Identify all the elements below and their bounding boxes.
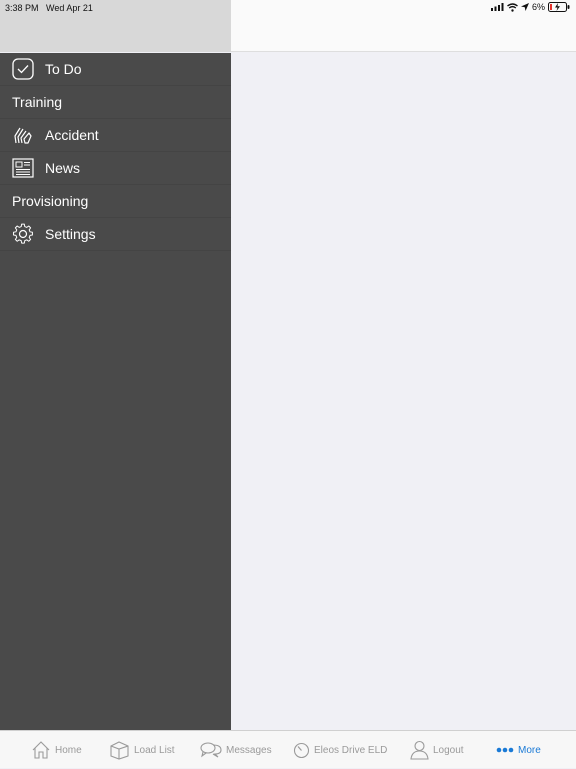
sidebar-item-label: Training bbox=[12, 94, 63, 110]
newspaper-icon bbox=[12, 157, 34, 179]
sidebar-menu: To Do Training Accident News Provisionin… bbox=[0, 53, 231, 730]
sidebar-item-news[interactable]: News bbox=[0, 152, 231, 185]
battery-charging-icon bbox=[548, 2, 570, 12]
tab-bar: Home Load List Messages Eleos Drive ELD … bbox=[0, 730, 576, 768]
tab-logout[interactable]: Logout bbox=[410, 731, 464, 769]
sidebar-item-label: News bbox=[45, 160, 81, 176]
tab-label: Messages bbox=[226, 744, 272, 756]
tab-messages[interactable]: Messages bbox=[200, 731, 272, 769]
tab-home[interactable]: Home bbox=[31, 731, 82, 769]
sidebar-item-settings[interactable]: Settings bbox=[0, 218, 231, 251]
tab-label: Eleos Drive ELD bbox=[314, 744, 388, 756]
tab-label: Logout bbox=[433, 744, 464, 756]
signal-icon bbox=[490, 3, 504, 11]
battery-percent: 6% bbox=[531, 2, 545, 12]
status-date: Wed Apr 21 bbox=[46, 3, 93, 13]
location-icon bbox=[520, 3, 529, 11]
gauge-icon bbox=[293, 742, 310, 758]
sidebar-item-provisioning[interactable]: Provisioning bbox=[0, 185, 231, 218]
sidebar-item-accident[interactable]: Accident bbox=[0, 119, 231, 152]
tab-label: More bbox=[518, 744, 541, 756]
gear-icon bbox=[12, 223, 34, 245]
sidebar-item-training[interactable]: Training bbox=[0, 86, 231, 119]
checkmark-icon bbox=[12, 58, 34, 80]
tab-label: Home bbox=[55, 744, 82, 756]
sidebar-item-label: Provisioning bbox=[12, 193, 89, 209]
more-dots-icon bbox=[496, 747, 514, 753]
tab-eleos-drive-eld[interactable]: Eleos Drive ELD bbox=[293, 731, 387, 769]
home-icon bbox=[32, 741, 50, 759]
status-indicators: 6% bbox=[490, 2, 570, 12]
main-content bbox=[231, 53, 576, 730]
person-icon bbox=[410, 740, 429, 760]
hands-icon bbox=[12, 124, 34, 146]
status-time-date: 3:38 PM Wed Apr 21 bbox=[5, 3, 93, 13]
tab-load-list[interactable]: Load List bbox=[109, 731, 175, 769]
sidebar-item-todo[interactable]: To Do bbox=[0, 53, 231, 86]
tab-more[interactable]: More bbox=[496, 731, 541, 769]
tab-label: Load List bbox=[134, 744, 175, 756]
chat-icon bbox=[200, 742, 222, 758]
status-time: 3:38 PM bbox=[5, 3, 39, 13]
sidebar-item-label: Settings bbox=[45, 226, 96, 242]
sidebar-item-label: Accident bbox=[45, 127, 99, 143]
box-icon bbox=[110, 741, 129, 760]
sidebar-item-label: To Do bbox=[45, 61, 82, 77]
wifi-icon bbox=[507, 2, 518, 12]
